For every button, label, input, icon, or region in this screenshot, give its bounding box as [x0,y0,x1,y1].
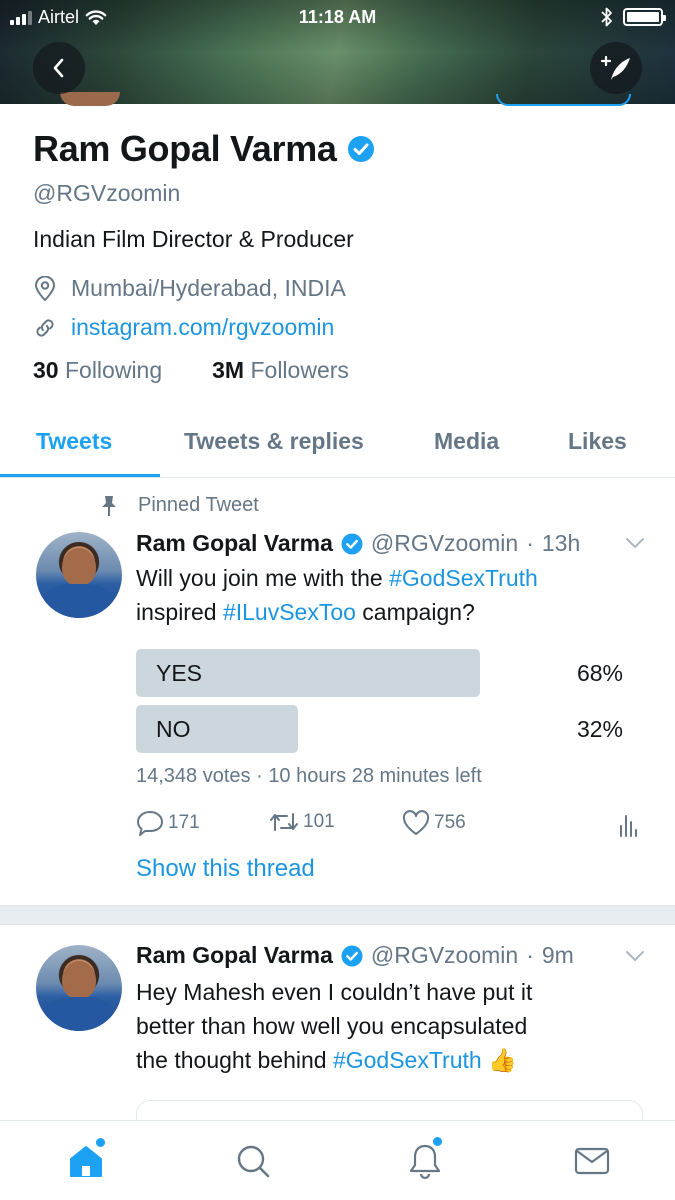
like-button[interactable]: 756 [402,810,466,836]
verified-badge-icon [341,945,363,966]
tweet-author-name[interactable]: Ram Gopal Varma [136,942,333,969]
reply-icon [137,811,163,836]
pinned-label-row: Pinned Tweet [100,494,259,517]
profile-handle: @RGVzoomin [33,180,181,206]
poll-time-left: 10 hours 28 minutes left [268,765,482,787]
show-thread-link[interactable]: Show this thread [136,855,315,883]
profile-name: Ram Gopal Varma [33,128,337,169]
nav-search[interactable] [233,1141,273,1181]
thumbs-up-emoji: 👍 [488,1047,517,1073]
tweet-header: Ram Gopal Varma @RGVzoomin · 13h [136,530,580,557]
tweet-time: 9m [541,942,574,968]
pinned-tweet-label: Pinned Tweet [138,494,259,516]
tab-likes[interactable]: Likes [568,428,627,455]
location-text: Mumbai/Hyderabad, INDIA [71,275,346,301]
tweet-text: Hey Mahesh even I couldn’t have put it b… [136,979,533,1073]
home-notification-dot [96,1138,105,1147]
poll-percent-yes: 68% [576,660,623,686]
analytics-button[interactable] [618,810,638,838]
profile-website[interactable]: instagram.com/rgvzoomin [33,314,653,341]
tweet-separator: · [526,942,534,968]
retweet-button[interactable]: 101 [269,810,335,834]
tweet-author-handle: @RGVzoomin [370,942,519,968]
tweet-time: 13h [541,530,581,556]
tweet-avatar[interactable] [36,532,122,618]
nav-home[interactable] [66,1138,106,1181]
bluetooth-icon [601,7,612,27]
mail-icon [574,1147,610,1175]
battery-icon [623,8,666,26]
profile-location: Mumbai/Hyderabad, INDIA [33,275,653,302]
back-button[interactable] [33,42,85,94]
notifications-dot [433,1137,442,1146]
home-icon [70,1146,102,1177]
followers-count[interactable]: 3M Followers [212,357,349,384]
tweet-separator: · [526,530,534,556]
status-right [601,7,666,27]
tweet-text: Will you join me with the #GodSexTruth i… [136,565,538,625]
nav-notifications[interactable] [405,1137,445,1181]
tweet-avatar[interactable] [36,945,122,1031]
tweet-actions: 171 101 756 [136,810,642,840]
search-icon [237,1145,270,1178]
poll-option-no: NO [156,716,191,742]
reply-count: 171 [168,812,200,833]
analytics-bars-icon [620,815,637,837]
pin-icon [102,495,116,516]
link-icon [36,318,54,337]
chevron-down-icon[interactable] [624,949,646,963]
profile-info: Ram Gopal Varma @RGVzoomin Indian Film D… [33,128,653,384]
chevron-down-icon[interactable] [624,536,646,550]
tab-media[interactable]: Media [434,428,499,455]
retweet-icon [270,813,298,831]
follow-button[interactable] [496,94,631,106]
tab-tweets-replies[interactable]: Tweets & replies [184,428,364,455]
retweet-count: 101 [303,811,335,832]
tweet-author-handle: @RGVzoomin [370,530,519,556]
poll-votes: 14,348 votes [136,765,251,787]
chevron-left-icon [53,58,64,78]
profile-avatar[interactable] [60,92,120,106]
tweet-author-name[interactable]: Ram Gopal Varma [136,530,333,557]
tweet-divider [0,905,675,925]
reply-button[interactable]: 171 [136,810,200,836]
nav-messages[interactable] [572,1141,612,1181]
poll-percent-no: 32% [576,716,623,742]
compose-tweet-button[interactable] [590,42,642,94]
follow-counts: 30 Following 3M Followers [33,357,653,384]
website-link[interactable]: instagram.com/rgvzoomin [71,314,334,341]
hashtag-link[interactable]: #GodSexTruth [333,1047,482,1073]
profile-bio: Indian Film Director & Producer [33,226,354,252]
compose-feather-icon [600,55,630,80]
tab-tweets[interactable]: Tweets [36,428,112,455]
hashtag-link[interactable]: #GodSexTruth [389,565,538,591]
location-pin-icon [34,275,56,301]
verified-badge-icon [341,533,363,554]
poll-meta: 14,348 votes · 10 hours 28 minutes left [136,765,482,787]
verified-badge-icon [347,136,374,162]
following-count[interactable]: 30 Following [33,357,162,384]
heart-icon [402,810,430,835]
like-count: 756 [434,812,466,833]
status-bar: Airtel 11:18 AM [0,0,675,36]
tweet-header: Ram Gopal Varma @RGVzoomin · 9m [136,942,574,969]
bottom-nav [0,1120,675,1200]
poll-option-yes: YES [156,660,203,686]
profile-tabs: Tweets Tweets & replies Media Likes [0,410,675,478]
hashtag-link[interactable]: #ILuvSexToo [223,599,356,625]
active-tab-indicator [0,474,160,477]
status-time: 11:18 AM [298,7,377,27]
bell-icon [409,1144,441,1180]
